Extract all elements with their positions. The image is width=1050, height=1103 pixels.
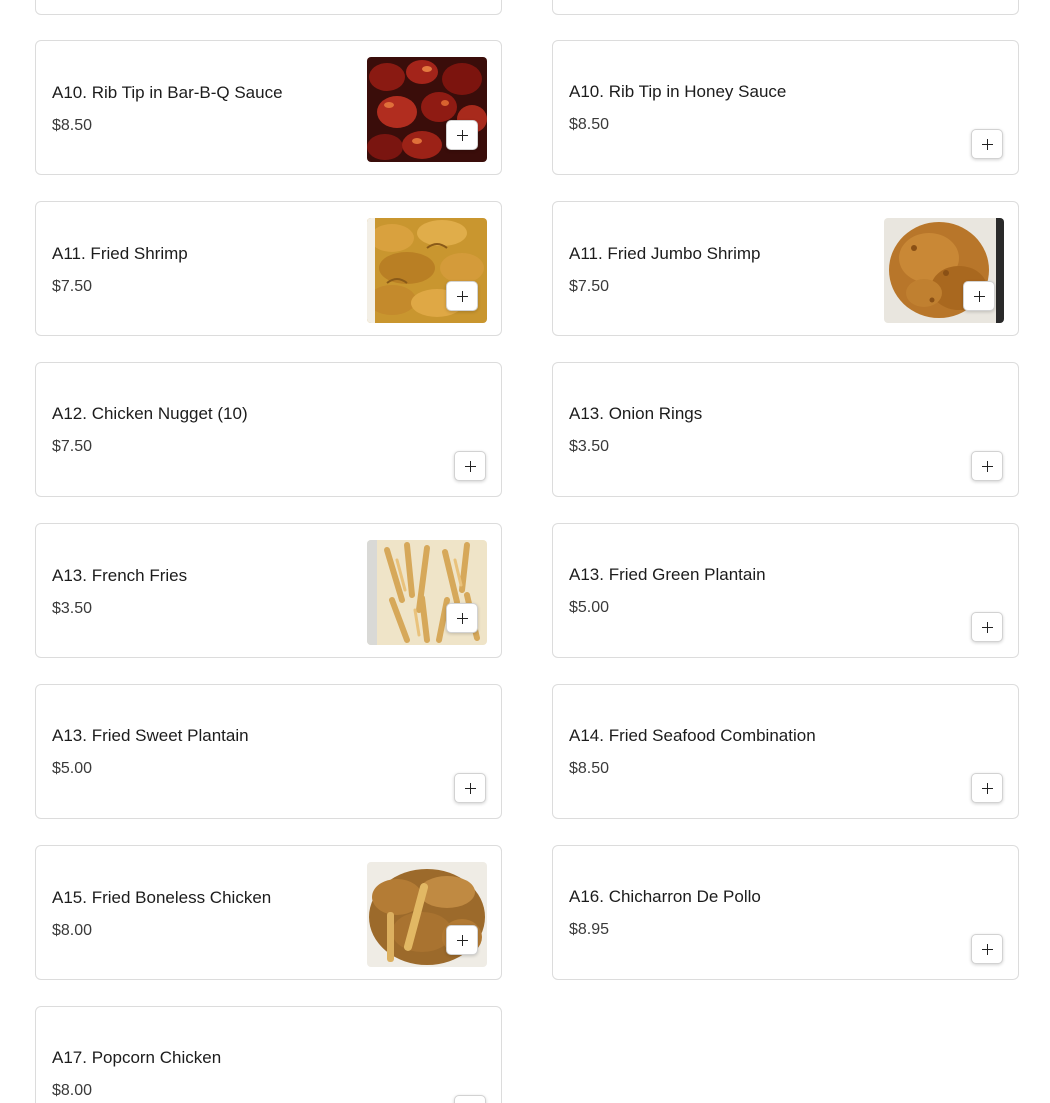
menu-item-price: $5.00	[569, 599, 610, 616]
plus-icon	[456, 290, 468, 302]
menu-item-price: $8.50	[569, 116, 610, 133]
menu-item-name: A14. Fried Seafood Combination	[569, 726, 816, 745]
menu-item-grid: A10. Rib Tip in Bar-B-Q Sauce $8.50 A10.…	[0, 0, 1050, 1103]
plus-icon	[456, 129, 468, 141]
menu-item-price: $8.50	[569, 760, 610, 777]
menu-item-card[interactable]: A10. Rib Tip in Honey Sauce $8.50	[552, 40, 1019, 175]
menu-item-name: A17. Popcorn Chicken	[52, 1048, 222, 1067]
menu-item-price: $5.00	[52, 760, 93, 777]
plus-icon	[981, 621, 993, 633]
plus-icon	[456, 612, 468, 624]
menu-item-card-partial[interactable]	[552, 0, 1019, 15]
add-to-cart-button[interactable]	[971, 612, 1003, 642]
plus-icon	[464, 460, 476, 472]
menu-item-card[interactable]: A13. Fried Green Plantain $5.00	[552, 523, 1019, 658]
menu-item-price: $7.50	[52, 438, 93, 455]
plus-icon	[981, 460, 993, 472]
menu-item-price: $7.50	[569, 278, 610, 295]
menu-item-name: A13. Onion Rings	[569, 404, 703, 423]
add-to-cart-button[interactable]	[446, 925, 478, 955]
add-to-cart-button[interactable]	[971, 451, 1003, 481]
add-to-cart-button[interactable]	[446, 120, 478, 150]
plus-icon	[981, 138, 993, 150]
menu-item-card[interactable]: A13. Fried Sweet Plantain $5.00	[35, 684, 502, 819]
menu-item-name: A12. Chicken Nugget (10)	[52, 404, 248, 423]
menu-item-card[interactable]: A12. Chicken Nugget (10) $7.50	[35, 362, 502, 497]
menu-item-name: A13. Fried Green Plantain	[569, 565, 766, 584]
menu-item-name: A16. Chicharron De Pollo	[569, 887, 761, 906]
plus-icon	[456, 934, 468, 946]
add-to-cart-button[interactable]	[446, 603, 478, 633]
menu-item-name: A10. Rib Tip in Honey Sauce	[569, 82, 787, 101]
add-to-cart-button[interactable]	[971, 934, 1003, 964]
menu-item-card-partial[interactable]	[35, 0, 502, 15]
menu-item-card[interactable]: A13. Onion Rings $3.50	[552, 362, 1019, 497]
menu-item-price: $8.95	[569, 921, 610, 938]
add-to-cart-button[interactable]	[454, 451, 486, 481]
add-to-cart-button[interactable]	[963, 281, 995, 311]
add-to-cart-button[interactable]	[971, 773, 1003, 803]
menu-item-card[interactable]: A13. French Fries $3.50	[35, 523, 502, 658]
menu-item-price: $8.00	[52, 922, 93, 939]
add-to-cart-button[interactable]	[454, 773, 486, 803]
add-to-cart-button[interactable]	[454, 1095, 486, 1103]
menu-item-price: $8.00	[52, 1082, 93, 1099]
menu-item-card[interactable]: A11. Fried Jumbo Shrimp $7.50	[552, 201, 1019, 336]
menu-item-price: $8.50	[52, 117, 93, 134]
menu-item-name: A11. Fried Jumbo Shrimp	[569, 244, 761, 263]
plus-icon	[981, 943, 993, 955]
menu-item-card[interactable]: A11. Fried Shrimp $7.50	[35, 201, 502, 336]
plus-icon	[981, 782, 993, 794]
menu-item-card[interactable]: A14. Fried Seafood Combination $8.50	[552, 684, 1019, 819]
plus-icon	[973, 290, 985, 302]
menu-item-card[interactable]: A16. Chicharron De Pollo $8.95	[552, 845, 1019, 980]
menu-item-card[interactable]: A15. Fried Boneless Chicken $8.00	[35, 845, 502, 980]
menu-item-name: A10. Rib Tip in Bar-B-Q Sauce	[52, 83, 283, 102]
menu-item-price: $7.50	[52, 278, 93, 295]
plus-icon	[464, 782, 476, 794]
menu-item-price: $3.50	[569, 438, 610, 455]
add-to-cart-button[interactable]	[971, 129, 1003, 159]
menu-item-card[interactable]: A17. Popcorn Chicken $8.00	[35, 1006, 502, 1103]
menu-item-name: A15. Fried Boneless Chicken	[52, 888, 272, 907]
menu-item-name: A13. Fried Sweet Plantain	[52, 726, 249, 745]
menu-item-card[interactable]: A10. Rib Tip in Bar-B-Q Sauce $8.50	[35, 40, 502, 175]
menu-item-name: A11. Fried Shrimp	[52, 244, 188, 263]
menu-item-name: A13. French Fries	[52, 566, 188, 585]
add-to-cart-button[interactable]	[446, 281, 478, 311]
menu-item-price: $3.50	[52, 600, 93, 617]
